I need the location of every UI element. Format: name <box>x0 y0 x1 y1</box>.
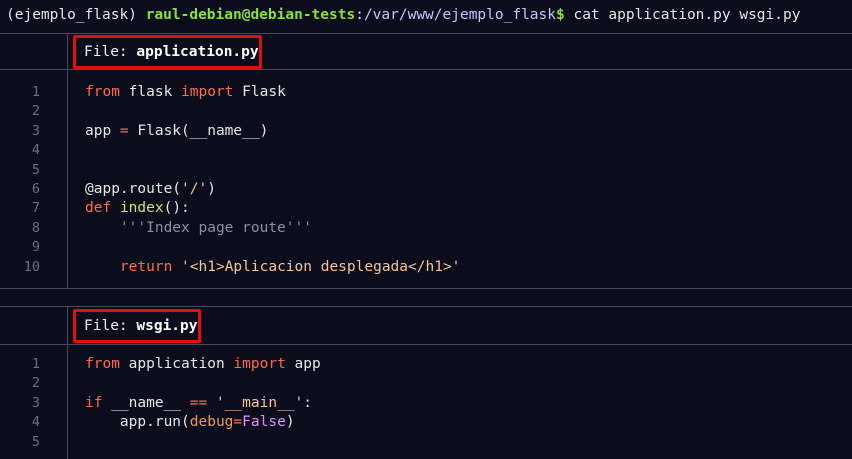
line-number: 3 <box>31 394 40 411</box>
code-line: def index(): <box>85 199 190 218</box>
line-number: 3 <box>31 122 40 139</box>
prompt-colon: : <box>355 7 364 23</box>
code-token: == <box>189 394 208 411</box>
code-token: flask <box>119 84 182 100</box>
code-token: '<h1>Aplicacion desplegada</h1>' <box>181 258 461 275</box>
divider <box>0 33 852 34</box>
code-line: if __name__ == '__main__': <box>85 394 312 413</box>
code-line: '''Index page route''' <box>85 219 312 238</box>
line-number: 4 <box>31 142 40 159</box>
divider <box>67 33 68 69</box>
code-token: application <box>119 356 234 372</box>
code-token: app <box>85 122 120 139</box>
prompt-symbol: $ <box>556 7 574 23</box>
line-number: 8 <box>31 219 40 236</box>
code-token: return <box>119 258 173 275</box>
code-token: debug <box>189 414 234 431</box>
line-number: 2 <box>31 103 40 120</box>
code-token: @app.route( <box>85 181 182 197</box>
file-header-wsgi: File: wsgi.py <box>73 309 201 343</box>
file-name: wsgi.py <box>136 318 198 334</box>
code-token: = <box>119 122 129 139</box>
file-label: File: <box>84 318 137 334</box>
user-host: raul-debian@debian-tests <box>145 7 356 23</box>
line-number: 1 <box>31 84 40 100</box>
line-number: 1 <box>31 356 40 372</box>
code-token: ) <box>285 414 295 431</box>
line-number: 5 <box>31 433 40 450</box>
code-token: app.run( <box>85 414 190 431</box>
code-token: '/' <box>181 181 208 197</box>
line-number: 2 <box>31 375 40 392</box>
code-token: '''Index page route''' <box>119 219 312 236</box>
code-token: False <box>242 414 286 431</box>
code-token: (): <box>163 200 190 217</box>
code-token: Flask(__name__) <box>128 122 269 139</box>
divider <box>0 288 852 289</box>
file-name: application.py <box>136 44 259 60</box>
code-line: app = Flask(__name__) <box>85 122 268 141</box>
code-token: __name__ <box>102 394 190 411</box>
code-token: import <box>181 84 234 100</box>
code-line: @app.route('/') <box>85 180 216 199</box>
command-text: cat application.py wsgi.py <box>573 7 801 23</box>
code-line: return '<h1>Aplicacion desplegada</h1>' <box>85 258 460 277</box>
line-number: 5 <box>31 161 40 178</box>
shell-prompt: (ejemplo_flask) raul-debian@debian-tests… <box>0 0 852 30</box>
code-token: : <box>303 394 313 411</box>
code-token: ) <box>207 181 216 197</box>
divider <box>0 306 852 307</box>
code-token: '__main__' <box>215 394 304 411</box>
divider <box>67 69 68 288</box>
file-label: File: <box>84 44 137 60</box>
code-token: from <box>85 356 120 372</box>
code-token: import <box>233 356 286 372</box>
code-token: def <box>85 200 112 217</box>
current-path: /var/www/ejemplo_flask <box>363 7 556 23</box>
line-number: 10 <box>23 258 40 275</box>
code-line: app.run(debug=False) <box>85 413 295 432</box>
code-line: from application import app <box>85 355 321 374</box>
code-token: from <box>85 84 120 100</box>
code-line: from flask import Flask <box>85 83 286 102</box>
line-number: 6 <box>31 181 40 197</box>
line-number: 7 <box>31 200 40 217</box>
code-token: Flask <box>233 84 286 100</box>
code-token: app <box>285 356 321 372</box>
code-token: = <box>233 414 243 431</box>
divider <box>67 344 68 459</box>
code-token: if <box>85 394 103 411</box>
virtualenv-name: (ejemplo_flask) <box>6 7 146 23</box>
file-header-application: File: application.py <box>73 35 262 69</box>
divider <box>0 344 852 345</box>
divider <box>0 69 852 70</box>
line-number: 4 <box>31 414 40 431</box>
line-number: 9 <box>31 239 40 256</box>
divider <box>67 306 68 344</box>
code-token: index <box>119 200 164 217</box>
